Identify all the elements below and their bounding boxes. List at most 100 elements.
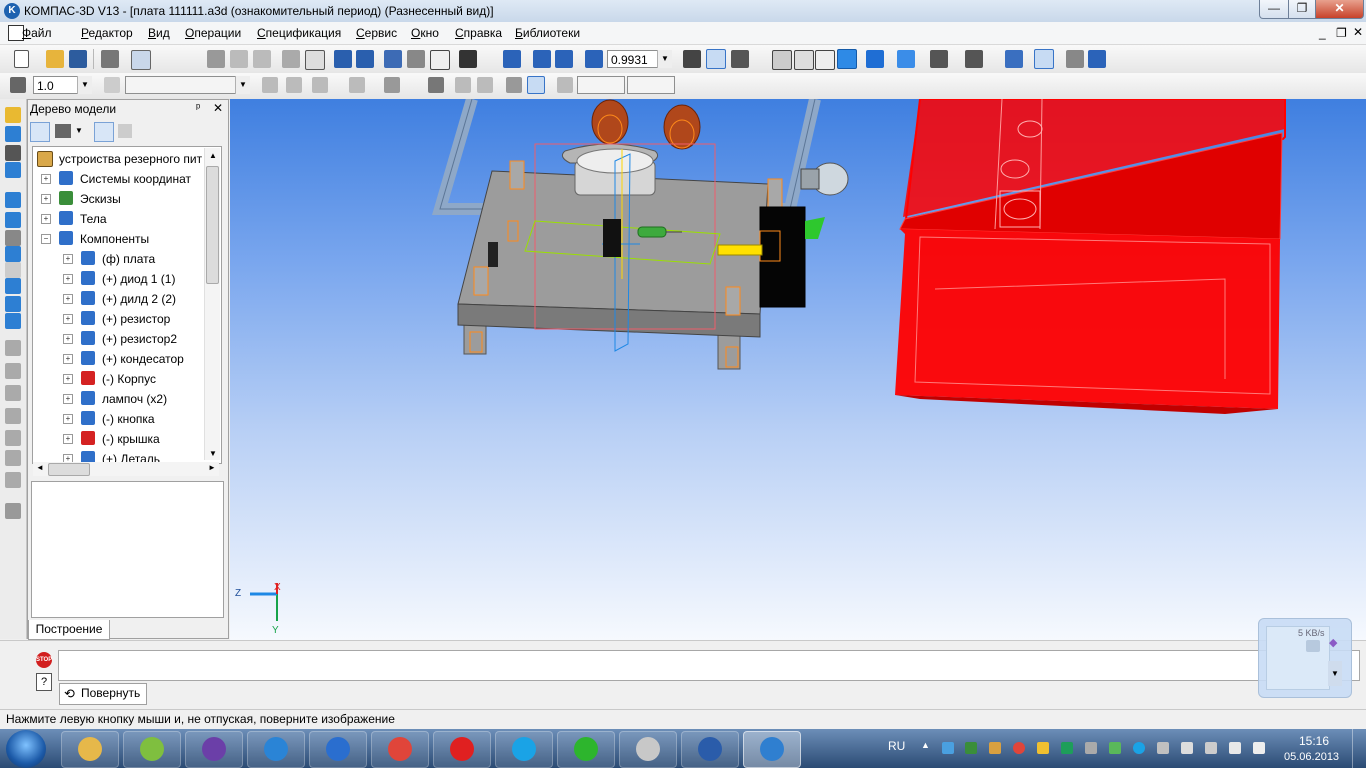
gadget-dropdown-icon[interactable]: ▼ xyxy=(1328,661,1342,686)
filter-panel-icon[interactable] xyxy=(5,246,21,262)
new-document-icon[interactable] xyxy=(14,50,29,68)
edit-component-icon[interactable] xyxy=(5,107,21,123)
zoom-in-icon[interactable] xyxy=(555,50,573,68)
mdi-minimize-button[interactable]: _ xyxy=(1319,26,1326,40)
zoom-icon[interactable] xyxy=(585,50,603,68)
taskbar-app-button[interactable] xyxy=(309,731,367,768)
start-button[interactable] xyxy=(6,730,46,768)
scroll-up-arrow-icon[interactable]: ▲ xyxy=(209,151,217,160)
plane-icon[interactable] xyxy=(349,77,365,93)
tree-expander-icon[interactable]: + xyxy=(41,214,51,224)
taskbar-app-button[interactable] xyxy=(123,731,181,768)
print-icon[interactable] xyxy=(101,50,119,68)
tray-volume-icon[interactable] xyxy=(1253,742,1265,754)
tree-item[interactable]: + (+) кондесатор xyxy=(33,349,205,369)
tree-item[interactable]: − Компоненты xyxy=(33,229,205,249)
tree-expander-icon[interactable]: + xyxy=(63,314,73,324)
shaded-edges-icon[interactable] xyxy=(866,50,884,68)
step-dropdown-arrow[interactable]: ▼ xyxy=(77,76,92,94)
local-cs-icon[interactable] xyxy=(428,77,444,93)
show-desktop-button[interactable] xyxy=(1352,729,1366,768)
tray-opera-icon[interactable] xyxy=(1013,742,1025,754)
operation-icon[interactable] xyxy=(312,77,328,93)
format-painter-icon[interactable] xyxy=(282,50,300,68)
close-button[interactable]: ✕ xyxy=(1315,0,1364,19)
tree-item[interactable]: + (+) резистор2 xyxy=(33,329,205,349)
snap-icon[interactable] xyxy=(10,77,26,93)
loft-icon[interactable] xyxy=(5,408,21,424)
3d-viewport[interactable]: Z X Y xyxy=(230,99,1366,640)
stop-icon[interactable]: STOP xyxy=(36,652,52,668)
curves-icon[interactable] xyxy=(5,145,21,161)
dimension-snap-icon[interactable] xyxy=(527,76,545,94)
select-filter-icon[interactable] xyxy=(965,50,983,68)
taskbar-app-button[interactable] xyxy=(247,731,305,768)
rotate-icon[interactable] xyxy=(706,49,726,69)
tree-expander-icon[interactable]: + xyxy=(63,254,73,264)
properties-icon[interactable] xyxy=(305,50,325,70)
tray-flag-icon[interactable] xyxy=(1037,742,1049,754)
tree-expander-icon[interactable]: + xyxy=(41,174,51,184)
fillet-icon[interactable] xyxy=(5,472,21,488)
measure-icon[interactable] xyxy=(1005,50,1023,68)
library-icon[interactable] xyxy=(407,50,425,68)
tray-usb-icon[interactable] xyxy=(1181,742,1193,754)
filter-icon[interactable] xyxy=(930,50,948,68)
tree-expander-icon[interactable]: + xyxy=(41,194,51,204)
tree-item[interactable]: + Системы координат xyxy=(33,169,205,189)
sweep-icon[interactable] xyxy=(5,385,21,401)
tree-item[interactable]: + (+) диод 1 (1) xyxy=(33,269,205,289)
taskbar-app-button[interactable] xyxy=(557,731,615,768)
menu-file[interactable]: Файл xyxy=(22,26,52,40)
taskbar-app-button[interactable] xyxy=(185,731,243,768)
parametric-icon[interactable] xyxy=(506,77,522,93)
x-coordinate-field[interactable] xyxy=(577,76,625,94)
y-coordinate-field[interactable] xyxy=(627,76,675,94)
tree-item[interactable]: + лампоч (x2) xyxy=(33,389,205,409)
tree-expander-icon[interactable]: + xyxy=(63,374,73,384)
style-dropdown-arrow[interactable]: ▼ xyxy=(235,76,250,94)
tree-item[interactable]: + Эскизы xyxy=(33,189,205,209)
tree-expander-icon[interactable]: + xyxy=(63,414,73,424)
taskbar-app-button[interactable] xyxy=(433,731,491,768)
tree-expander-icon[interactable]: − xyxy=(41,234,51,244)
taskbar-app-button[interactable] xyxy=(371,731,429,768)
cut-revolve-icon[interactable] xyxy=(5,450,21,466)
clock-time[interactable]: 15:16 xyxy=(1299,734,1329,748)
menu-window[interactable]: Окно xyxy=(411,26,439,40)
tree-item[interactable]: + Тела xyxy=(33,209,205,229)
tree-view-dropdown-icon[interactable]: ▼ xyxy=(75,126,83,135)
cut-icon[interactable] xyxy=(207,50,225,68)
style-combo[interactable] xyxy=(125,76,249,94)
tray-security-icon[interactable] xyxy=(1061,742,1073,754)
tray-sync-icon[interactable] xyxy=(1109,742,1121,754)
tree-expander-icon[interactable]: + xyxy=(63,434,73,444)
orthogonal-icon[interactable] xyxy=(455,77,471,93)
perspective-icon[interactable] xyxy=(897,50,915,68)
tray-folder-icon[interactable] xyxy=(989,742,1001,754)
tree-properties-icon[interactable] xyxy=(118,124,132,138)
tree-filter-icon[interactable] xyxy=(94,122,114,142)
spec-panel-icon[interactable] xyxy=(5,262,21,278)
zoom-fit-icon[interactable] xyxy=(503,50,521,68)
copy-icon[interactable] xyxy=(230,50,248,68)
reports-icon[interactable] xyxy=(5,278,21,294)
orientation-icon[interactable] xyxy=(731,50,749,68)
help-icon[interactable]: ? xyxy=(36,673,52,691)
hidden-lines-icon[interactable] xyxy=(794,50,814,70)
mates-icon[interactable] xyxy=(5,313,21,329)
tree-root-item[interactable]: устроиства резерного пит xyxy=(33,149,205,169)
rebuild-icon[interactable] xyxy=(1088,50,1106,68)
scroll-down-arrow-icon[interactable]: ▼ xyxy=(209,449,217,458)
paste-icon[interactable] xyxy=(253,50,271,68)
print-preview-icon[interactable] xyxy=(131,50,151,70)
undo-icon[interactable] xyxy=(334,50,352,68)
tree-item[interactable]: + (ф) плата xyxy=(33,249,205,269)
tree-item[interactable]: + (-) кнопка xyxy=(33,409,205,429)
thin-hidden-icon[interactable] xyxy=(815,50,835,70)
model-tree-close-button[interactable]: ✕ xyxy=(213,101,223,115)
tray-skype-icon[interactable] xyxy=(1133,742,1145,754)
menu-operations[interactable]: Операции xyxy=(185,26,241,40)
scroll-right-arrow-icon[interactable]: ► xyxy=(208,463,216,472)
extrude-icon[interactable] xyxy=(5,340,21,356)
